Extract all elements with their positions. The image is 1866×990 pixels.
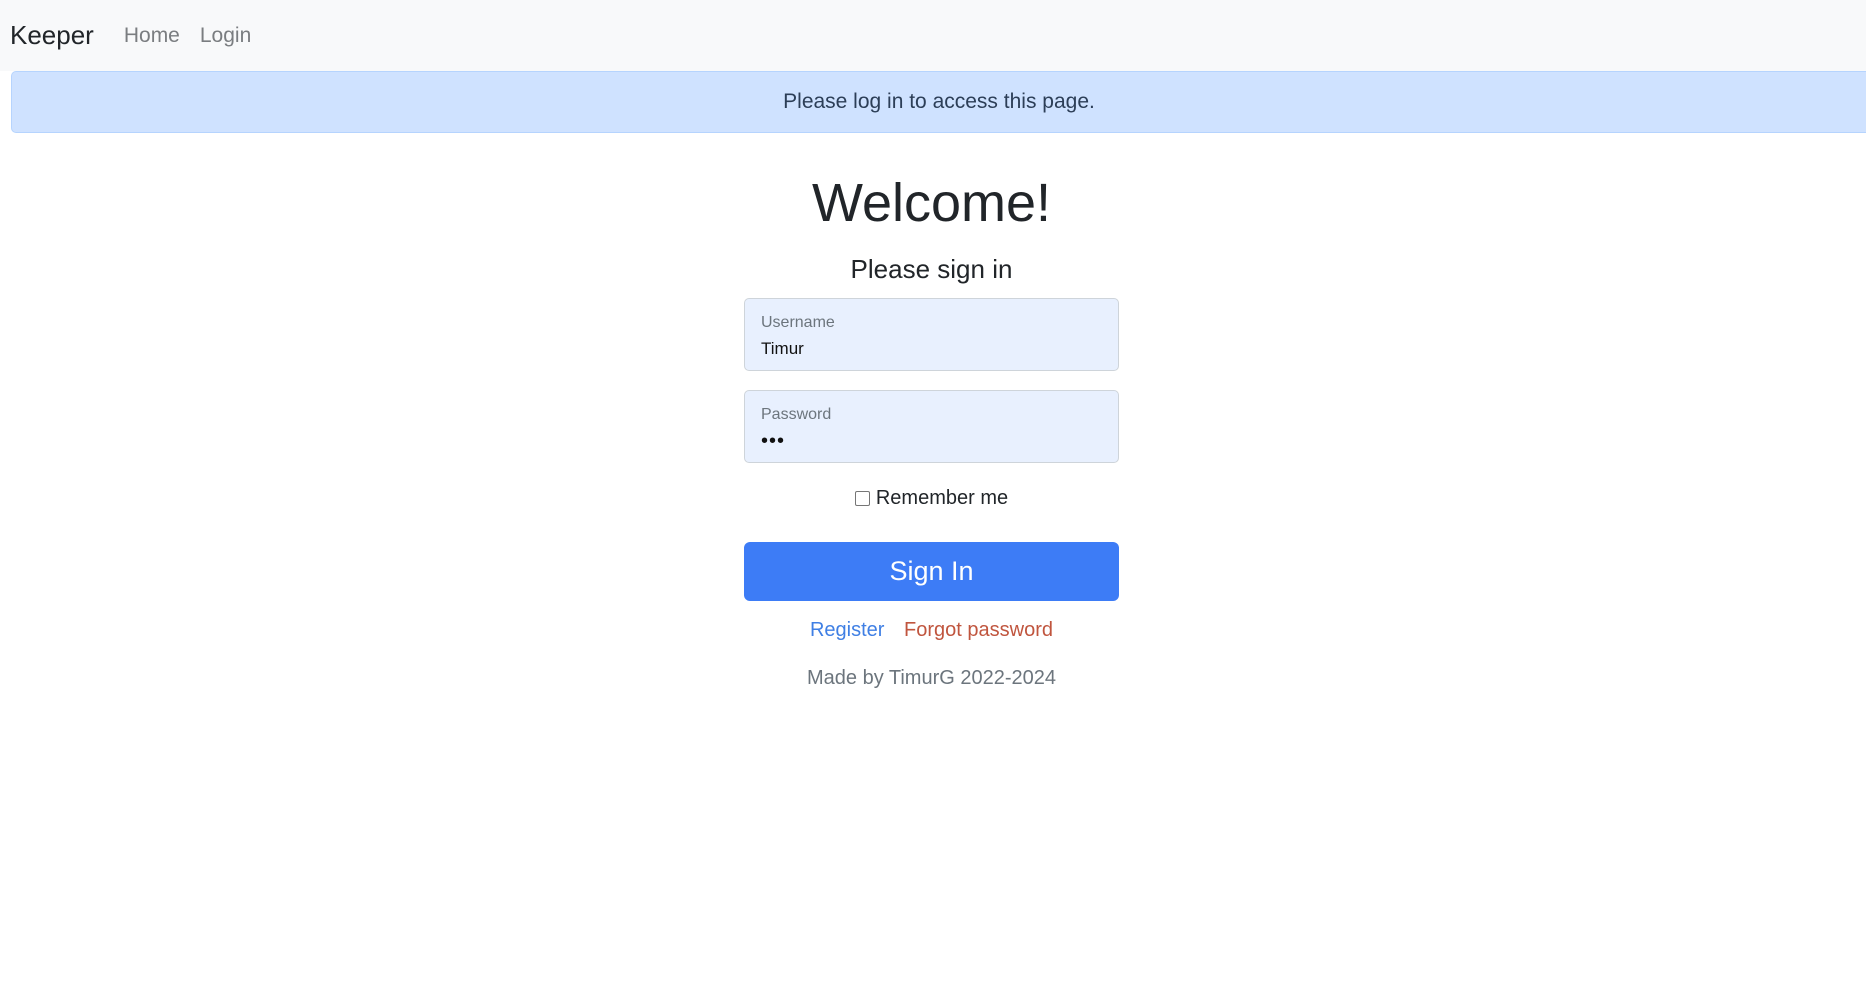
password-field[interactable]: Password bbox=[744, 390, 1119, 463]
alert-message: Please log in to access this page. bbox=[783, 90, 1095, 113]
brand-link[interactable]: Keeper bbox=[10, 20, 94, 51]
password-input[interactable] bbox=[761, 430, 1102, 452]
username-label: Username bbox=[761, 314, 835, 331]
sign-in-button[interactable]: Sign In bbox=[744, 542, 1119, 601]
sign-in-subtitle: Please sign in bbox=[850, 254, 1013, 284]
remember-me-label[interactable]: Remember me bbox=[876, 487, 1008, 510]
username-input[interactable] bbox=[761, 338, 1102, 360]
remember-me[interactable]: Remember me bbox=[744, 487, 1119, 510]
info-alert: Please log in to access this page. bbox=[11, 71, 1866, 133]
remember-me-checkbox[interactable] bbox=[854, 491, 870, 506]
footer-text: Made by TimurG 2022-2024 bbox=[806, 667, 1057, 689]
forgot-password-link[interactable]: Forgot password bbox=[904, 619, 1053, 641]
nav-link-home[interactable]: Home bbox=[124, 24, 180, 48]
register-link[interactable]: Register bbox=[810, 619, 884, 641]
login-form: Welcome! Please sign in Username Passwor… bbox=[744, 166, 1119, 710]
form-fields: Username Password bbox=[744, 298, 1119, 463]
auth-links: Register Forgot password bbox=[744, 617, 1119, 643]
nav-link-login[interactable]: Login bbox=[200, 24, 251, 48]
password-label: Password bbox=[761, 406, 832, 423]
username-field[interactable]: Username bbox=[744, 298, 1119, 371]
page-title: Welcome! bbox=[811, 173, 1052, 233]
navbar: Keeper Home Login bbox=[0, 0, 1866, 71]
